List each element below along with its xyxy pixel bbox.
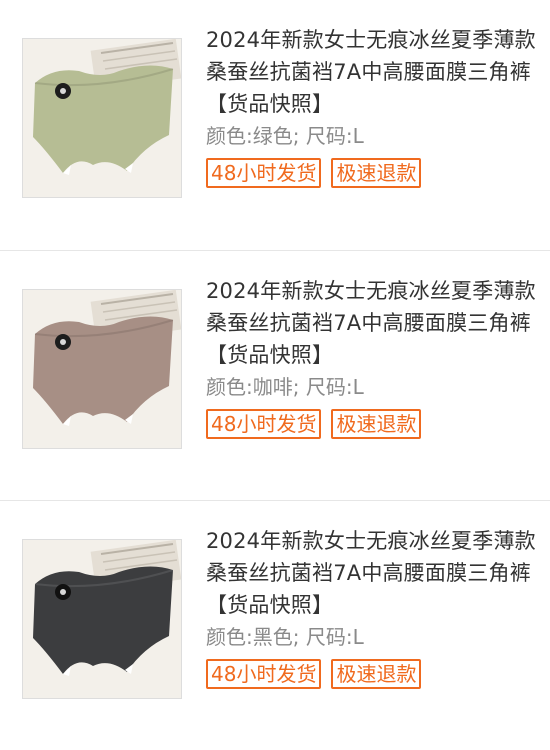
underwear-photo-icon [23,39,181,197]
product-info: 2024年新款女士无痕冰丝夏季薄款桑蚕丝抗菌裆7A中高腰面膜三角裤 【货品快照】… [206,525,536,689]
service-tags: 48小时发货 极速退款 [206,409,536,439]
product-spec: 颜色:绿色; 尺码:L [206,124,364,148]
product-spec: 颜色:咖啡; 尺码:L [206,375,364,399]
product-thumbnail[interactable] [22,38,182,198]
product-title[interactable]: 2024年新款女士无痕冰丝夏季薄款桑蚕丝抗菌裆7A中高腰面膜三角裤 【货品快照】 [206,525,536,621]
product-title[interactable]: 2024年新款女士无痕冰丝夏季薄款桑蚕丝抗菌裆7A中高腰面膜三角裤 【货品快照】 [206,275,536,371]
product-info: 2024年新款女士无痕冰丝夏季薄款桑蚕丝抗菌裆7A中高腰面膜三角裤 【货品快照】… [206,275,536,439]
order-item-list: 2024年新款女士无痕冰丝夏季薄款桑蚕丝抗菌裆7A中高腰面膜三角裤 【货品快照】… [0,0,550,750]
service-tags: 48小时发货 极速退款 [206,158,536,188]
product-thumbnail[interactable] [22,289,182,449]
product-thumbnail[interactable] [22,539,182,699]
list-item[interactable]: 2024年新款女士无痕冰丝夏季薄款桑蚕丝抗菌裆7A中高腰面膜三角裤 【货品快照】… [0,500,550,750]
tag-48h-shipping: 48小时发货 [206,158,322,188]
product-title[interactable]: 2024年新款女士无痕冰丝夏季薄款桑蚕丝抗菌裆7A中高腰面膜三角裤 【货品快照】 [206,24,536,120]
tag-48h-shipping: 48小时发货 [206,659,322,689]
tag-fast-refund: 极速退款 [331,158,422,188]
service-tags: 48小时发货 极速退款 [206,659,536,689]
product-info: 2024年新款女士无痕冰丝夏季薄款桑蚕丝抗菌裆7A中高腰面膜三角裤 【货品快照】… [206,24,536,188]
underwear-photo-icon [23,290,181,448]
list-item[interactable]: 2024年新款女士无痕冰丝夏季薄款桑蚕丝抗菌裆7A中高腰面膜三角裤 【货品快照】… [0,0,550,250]
tag-fast-refund: 极速退款 [331,659,422,689]
list-item[interactable]: 2024年新款女士无痕冰丝夏季薄款桑蚕丝抗菌裆7A中高腰面膜三角裤 【货品快照】… [0,250,550,500]
product-spec: 颜色:黑色; 尺码:L [206,625,364,649]
tag-48h-shipping: 48小时发货 [206,409,322,439]
tag-fast-refund: 极速退款 [331,409,422,439]
underwear-photo-icon [23,540,181,698]
